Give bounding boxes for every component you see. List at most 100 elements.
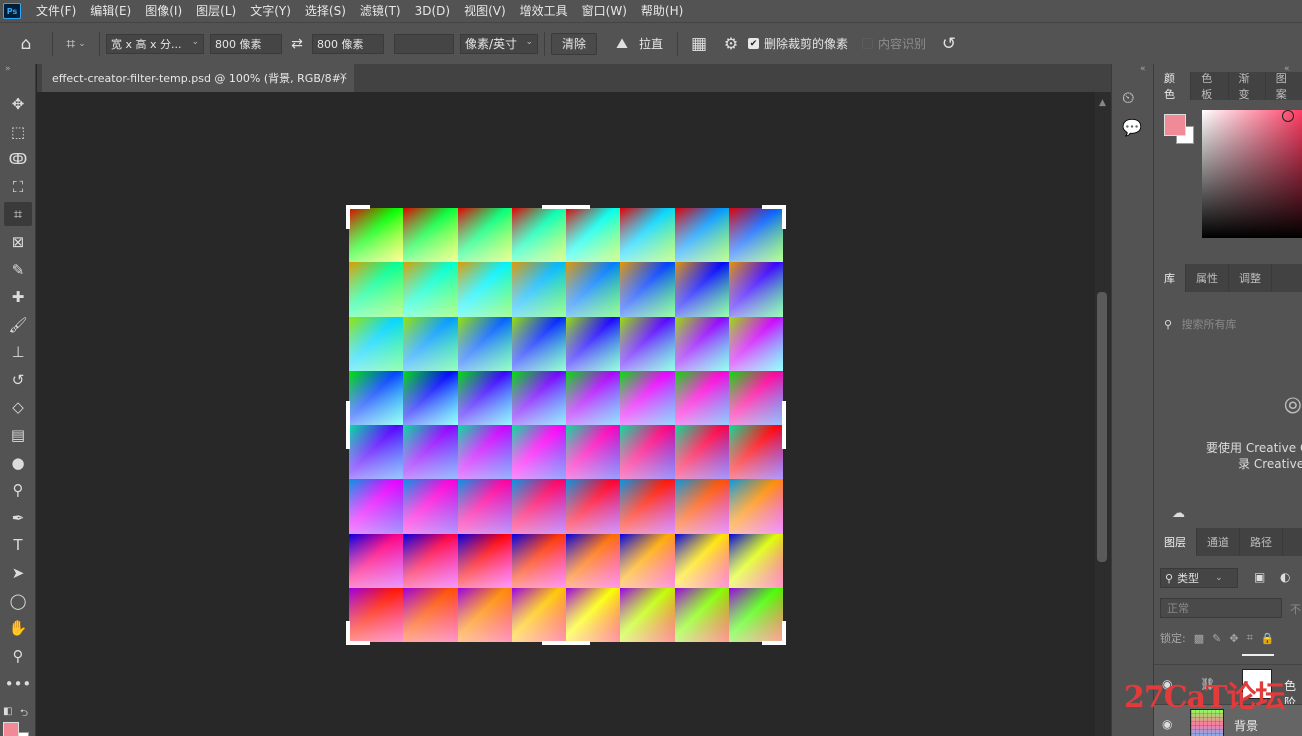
dodge-tool-icon[interactable]: ⚲ (4, 478, 32, 502)
lock-position-icon[interactable]: ✥ (1229, 632, 1238, 645)
canvas-vertical-scrollbar[interactable]: ▲ (1095, 92, 1111, 736)
tab-paths[interactable]: 路径 (1240, 528, 1283, 556)
overlay-grid-icon[interactable]: ▦ (684, 34, 714, 54)
panel-collapse-icon[interactable]: » (5, 64, 11, 74)
history-brush-tool-icon[interactable]: ↺ (4, 368, 32, 392)
menu-3d[interactable]: 3D(D) (408, 0, 457, 22)
tab-swatches[interactable]: 色板 (1191, 72, 1229, 101)
straighten-label[interactable]: 拉直 (639, 35, 663, 52)
lock-all-icon[interactable]: 🔒 (1261, 632, 1275, 645)
more-tools-icon[interactable]: ••• (4, 672, 32, 696)
menu-layer[interactable]: 图层(L) (189, 0, 243, 22)
crop-handle-top-right[interactable] (782, 205, 786, 229)
panel-foreground-swatch[interactable] (1164, 114, 1186, 136)
layer-name[interactable]: 背景 (1234, 717, 1258, 734)
library-search-input[interactable]: 搜索所有库 (1182, 318, 1237, 331)
crop-handle-left[interactable] (346, 401, 350, 449)
foreground-color-swatch[interactable] (3, 722, 19, 736)
resolution-input[interactable] (394, 33, 454, 54)
collapse-panels-icon[interactable]: « (1140, 64, 1146, 74)
content-aware-label[interactable]: 内容识别 (878, 35, 926, 52)
move-tool-icon[interactable]: ✥ (4, 92, 32, 116)
blend-mode-select[interactable]: 正常 (1160, 598, 1282, 618)
type-tool-icon[interactable]: T (4, 533, 32, 557)
history-panel-icon[interactable]: ⏲ (1122, 88, 1134, 108)
menu-type[interactable]: 文字(Y) (243, 0, 298, 22)
menu-plugins[interactable]: 增效工具 (513, 0, 575, 22)
path-select-tool-icon[interactable]: ➤ (4, 561, 32, 585)
crop-handle-bottom-right[interactable] (782, 621, 786, 645)
clone-stamp-tool-icon[interactable]: ⊥ (4, 340, 32, 364)
crop-handle-top-left[interactable] (346, 205, 350, 229)
home-icon[interactable]: ⌂ (6, 34, 46, 54)
crop-handle-right[interactable] (782, 401, 786, 449)
eraser-tool-icon[interactable]: ◇ (4, 395, 32, 419)
color-picker-field[interactable] (1202, 110, 1302, 238)
ellipse-tool-icon[interactable]: ◯ (4, 589, 32, 613)
swap-dimensions-icon[interactable]: ⇄ (282, 36, 312, 52)
menu-help[interactable]: 帮助(H) (634, 0, 690, 22)
delete-cropped-checkbox[interactable]: ✔ (748, 38, 760, 49)
healing-brush-tool-icon[interactable]: ✚ (4, 285, 32, 309)
swap-colors-icon[interactable]: ⮌ (20, 706, 28, 723)
crop-settings-gear-icon[interactable]: ⚙ (714, 34, 748, 53)
document-tab[interactable]: effect-creator-filter-temp.psd @ 100% (背… (42, 64, 354, 92)
hand-tool-icon[interactable]: ✋ (4, 616, 32, 640)
tab-gradients[interactable]: 渐变 (1229, 72, 1266, 101)
filter-adjustment-icon[interactable]: ◐ (1280, 570, 1290, 584)
crop-preset-icon[interactable]: ⌗ ⌄ (59, 34, 93, 54)
object-select-tool-icon[interactable]: ⛶ (4, 175, 32, 199)
crop-width-input[interactable]: 800 像素 (210, 33, 282, 54)
lock-image-icon[interactable]: ✎ (1212, 632, 1221, 645)
lasso-tool-icon[interactable]: ↂ (4, 147, 32, 171)
menu-edit[interactable]: 编辑(E) (83, 0, 138, 22)
comments-panel-icon[interactable]: 💬 (1122, 118, 1142, 137)
delete-cropped-label[interactable]: 删除裁剪的像素 (764, 35, 848, 52)
tab-channels[interactable]: 通道 (1197, 528, 1240, 556)
menu-filter[interactable]: 滤镜(T) (353, 0, 408, 22)
crop-handle-bottom[interactable] (542, 641, 590, 645)
crop-handle-bottom-left[interactable] (346, 621, 350, 645)
visibility-eye-icon[interactable]: ◉ (1162, 717, 1172, 731)
color-picker-marker[interactable] (1282, 110, 1294, 122)
close-tab-icon[interactable]: ✕ (339, 70, 348, 83)
eyedropper-tool-icon[interactable]: ✎ (4, 258, 32, 282)
resolution-unit-select[interactable]: 像素/英寸 ⌄ (460, 33, 538, 54)
lock-artboard-icon[interactable]: ⌗ (1247, 631, 1253, 645)
cloud-offline-icon[interactable]: ☁ (1172, 506, 1185, 521)
menu-view[interactable]: 视图(V) (457, 0, 513, 22)
canvas-area[interactable] (37, 92, 1095, 736)
scrollbar-thumb[interactable] (1097, 292, 1107, 562)
tab-properties[interactable]: 属性 (1186, 264, 1229, 292)
crop-tool-icon[interactable]: ⌗ (4, 202, 32, 226)
tab-libraries[interactable]: 库 (1154, 264, 1186, 292)
menu-select[interactable]: 选择(S) (298, 0, 353, 22)
crop-handle-top[interactable] (542, 205, 590, 209)
menu-image[interactable]: 图像(I) (138, 0, 189, 22)
crop-height-input[interactable]: 800 像素 (312, 33, 384, 54)
reset-crop-icon[interactable]: ↺ (932, 34, 966, 54)
zoom-tool-icon[interactable]: ⚲ (4, 644, 32, 668)
document-image[interactable] (349, 208, 783, 642)
pen-tool-icon[interactable]: ✒ (4, 506, 32, 530)
content-aware-checkbox[interactable] (862, 38, 874, 49)
tab-layers[interactable]: 图层 (1154, 528, 1197, 556)
tab-patterns[interactable]: 图案 (1266, 72, 1302, 101)
tab-adjustments[interactable]: 调整 (1229, 264, 1272, 292)
menu-file[interactable]: 文件(F) (29, 0, 83, 22)
lock-transparent-icon[interactable]: ▩ (1194, 632, 1204, 645)
marquee-tool-icon[interactable]: ⬚ (4, 120, 32, 144)
gradient-tool-icon[interactable]: ▤ (4, 423, 32, 447)
layer-filter-select[interactable]: ⚲ 类型 ⌄ (1160, 568, 1238, 588)
brush-tool-icon[interactable]: 🖌 (4, 313, 32, 337)
scroll-up-icon[interactable]: ▲ (1099, 98, 1106, 108)
blur-tool-icon[interactable]: ● (4, 451, 32, 475)
filter-image-icon[interactable]: ▣ (1254, 570, 1265, 584)
tab-color[interactable]: 颜色 (1154, 72, 1192, 101)
library-search[interactable]: ⚲ 搜索所有库 (1164, 316, 1237, 332)
default-colors-icon[interactable]: ◧ (3, 706, 12, 717)
menu-window[interactable]: 窗口(W) (575, 0, 634, 22)
crop-ratio-select[interactable]: 宽 x 高 x 分... ⌄ (106, 33, 204, 54)
clear-button[interactable]: 清除 (551, 32, 597, 55)
straighten-icon[interactable]: ⛰ (605, 36, 639, 52)
